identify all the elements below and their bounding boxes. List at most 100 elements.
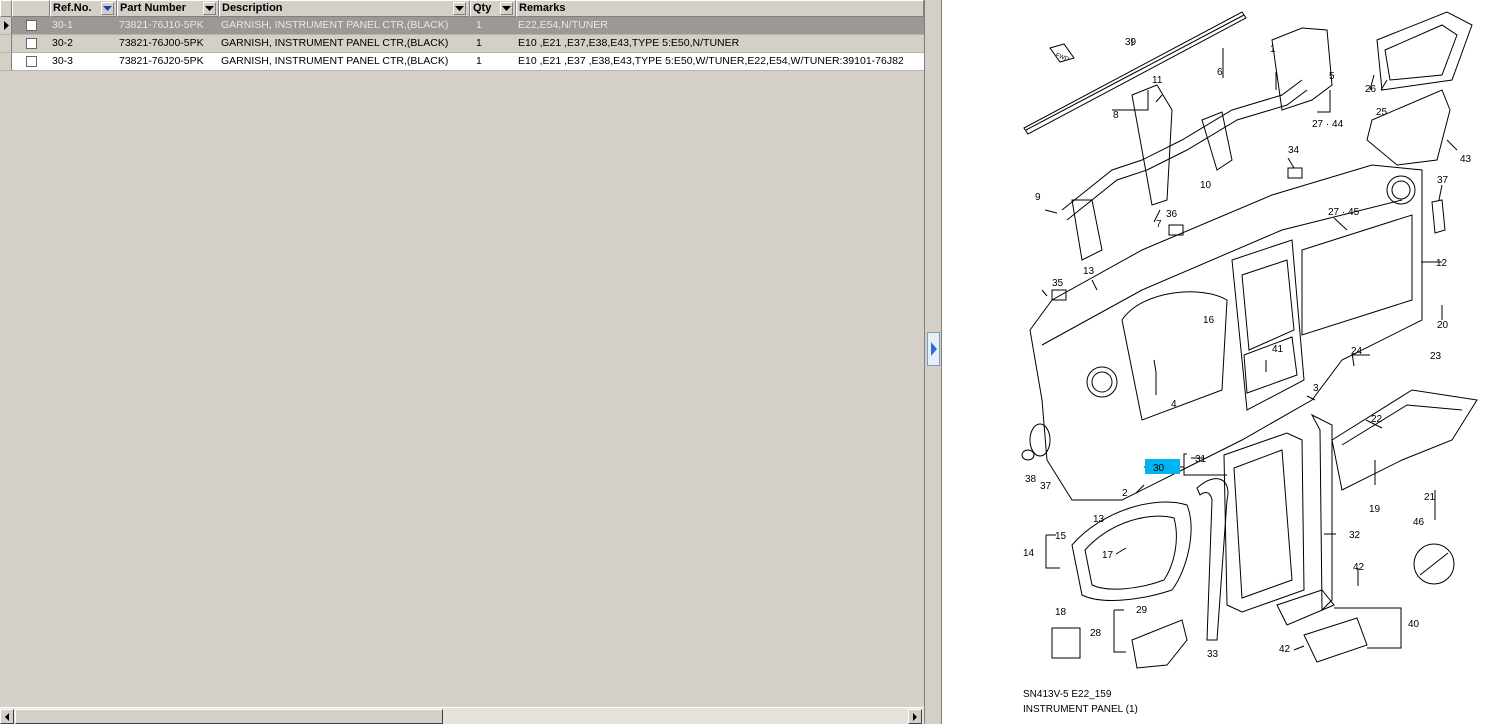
- description-cell: GARNISH, INSTRUMENT PANEL CTR,(BLACK): [219, 17, 470, 35]
- filter-dropdown-icon[interactable]: [203, 2, 216, 15]
- description-cell: GARNISH, INSTRUMENT PANEL CTR,(BLACK): [219, 35, 470, 53]
- filter-dropdown-icon[interactable]: [453, 2, 466, 15]
- callout-38: 38: [1025, 474, 1037, 485]
- qty-cell: 1: [470, 35, 516, 53]
- horizontal-scrollbar[interactable]: [0, 707, 924, 724]
- callout-18: 18: [1055, 607, 1067, 618]
- table-row[interactable]: 30-3 73821-76J20-5PK GARNISH, INSTRUMENT…: [0, 53, 924, 71]
- scrollbar-thumb[interactable]: [15, 709, 443, 724]
- callout-13: 13: [1083, 266, 1095, 277]
- callout-13: 13: [1093, 514, 1105, 525]
- column-header-ref-no[interactable]: Ref.No.: [50, 0, 117, 17]
- figure-title: INSTRUMENT PANEL (1): [1023, 704, 1138, 715]
- callout-23: 23: [1430, 351, 1442, 362]
- callout-31: 31: [1195, 454, 1207, 465]
- pane-splitter[interactable]: [924, 0, 942, 724]
- callout-25: 25: [1376, 107, 1388, 118]
- remarks-cell: E10 ,E21 ,E37 ,E38,E43,TYPE 5:E50,W/TUNE…: [516, 53, 924, 71]
- callout-27-45: 27 · 45: [1328, 207, 1360, 218]
- part-number-cell: 73821-76J20-5PK: [117, 53, 219, 71]
- scroll-right-button[interactable]: [908, 709, 922, 724]
- callout-6: 6: [1217, 67, 1223, 78]
- callout-40: 40: [1408, 619, 1420, 630]
- callout-37: 37: [1437, 175, 1449, 186]
- callout-5: 5: [1329, 71, 1335, 82]
- callout-20: 20: [1437, 320, 1449, 331]
- scroll-left-button[interactable]: [0, 709, 14, 724]
- ref-no-cell: 30-2: [50, 35, 117, 53]
- callout-15: 15: [1055, 531, 1067, 542]
- row-select-checkbox[interactable]: [12, 17, 50, 35]
- part-number-header-label: Part Number: [120, 2, 187, 14]
- sort-desc-icon[interactable]: [101, 2, 114, 15]
- callout-19: 19: [1369, 504, 1381, 515]
- row-select-checkbox[interactable]: [12, 35, 50, 53]
- callout-12: 12: [1436, 258, 1448, 269]
- column-header-description[interactable]: Description: [219, 0, 470, 17]
- callout-9: 9: [1035, 192, 1041, 203]
- callout-46: 46: [1413, 517, 1425, 528]
- callout-21: 21: [1424, 492, 1436, 503]
- ref-no-header-label: Ref.No.: [53, 2, 92, 14]
- diagram-canvas: 39 1 11 6 5 8 27 · 44 26 25 43 34 37 9 1…: [1021, 11, 1478, 669]
- row-indicator: [0, 53, 12, 71]
- callout-34: 34: [1288, 145, 1300, 156]
- callout-33: 33: [1207, 649, 1219, 660]
- row-select-checkbox[interactable]: [12, 53, 50, 71]
- callout-41: 41: [1272, 344, 1284, 355]
- filter-dropdown-icon[interactable]: [500, 2, 513, 15]
- description-cell: GARNISH, INSTRUMENT PANEL CTR,(BLACK): [219, 53, 470, 71]
- callout-43: 43: [1460, 154, 1472, 165]
- callout-7: 7: [1156, 219, 1162, 230]
- checkbox-header: [12, 0, 50, 17]
- callout-35: 35: [1052, 278, 1064, 289]
- callout-32: 32: [1349, 530, 1361, 541]
- callout-2: 2: [1122, 488, 1128, 499]
- callout-29: 29: [1136, 605, 1148, 616]
- table-row[interactable]: 30-1 73821-76J10-5PK GARNISH, INSTRUMENT…: [0, 17, 924, 35]
- callout-22: 22: [1371, 414, 1383, 425]
- figure-code: SN413V-5 E22_159: [1023, 689, 1112, 700]
- current-row-indicator-icon: [0, 17, 12, 35]
- qty-cell: 1: [470, 53, 516, 71]
- exploded-parts-diagram: 39 1 11 6 5 8 27 · 44 26 25 43 34 37 9 1…: [942, 0, 1506, 724]
- callout-37: 37: [1040, 481, 1052, 492]
- row-indicator: [0, 35, 12, 53]
- remarks-cell: E22,E54,N/TUNER: [516, 17, 924, 35]
- callout-17: 17: [1102, 550, 1114, 561]
- table-row[interactable]: 30-2 73821-76J00-5PK GARNISH, INSTRUMENT…: [0, 35, 924, 53]
- callout-1: 1: [1270, 44, 1276, 55]
- callout-24: 24: [1351, 346, 1363, 357]
- qty-header-label: Qty: [473, 2, 492, 14]
- callout-16: 16: [1203, 315, 1215, 326]
- callout-14: 14: [1023, 548, 1035, 559]
- qty-cell: 1: [470, 17, 516, 35]
- callout-11: 11: [1152, 75, 1163, 86]
- callout-27-44: 27 · 44: [1312, 119, 1344, 130]
- arrow-left-icon: [5, 712, 9, 721]
- callout-36: 36: [1166, 209, 1178, 220]
- column-header-part-number[interactable]: Part Number: [117, 0, 219, 17]
- callout-30: 30: [1153, 463, 1165, 474]
- callout-8: 8: [1113, 110, 1119, 121]
- remarks-header-label: Remarks: [519, 2, 566, 14]
- parts-grid: Ref.No. Part Number Description Qty Rema…: [0, 0, 924, 724]
- ref-no-cell: 30-1: [50, 17, 117, 35]
- grid-header: Ref.No. Part Number Description Qty Rema…: [0, 0, 924, 17]
- callout-4: 4: [1171, 399, 1177, 410]
- column-header-remarks[interactable]: Remarks: [516, 0, 924, 17]
- callout-42: 42: [1353, 562, 1365, 573]
- collapse-pane-button[interactable]: [927, 332, 940, 366]
- description-header-label: Description: [222, 2, 283, 14]
- callout-3: 3: [1313, 383, 1319, 394]
- callout-10: 10: [1200, 180, 1212, 191]
- callout-42: 42: [1279, 644, 1291, 655]
- column-header-qty[interactable]: Qty: [470, 0, 516, 17]
- row-indicator-header: [0, 0, 12, 17]
- part-number-cell: 73821-76J00-5PK: [117, 35, 219, 53]
- remarks-cell: E10 ,E21 ,E37,E38,E43,TYPE 5:E50,N/TUNER: [516, 35, 924, 53]
- callout-26: 26: [1365, 84, 1377, 95]
- arrow-right-icon: [913, 712, 917, 721]
- callout-28: 28: [1090, 628, 1102, 639]
- ref-no-cell: 30-3: [50, 53, 117, 71]
